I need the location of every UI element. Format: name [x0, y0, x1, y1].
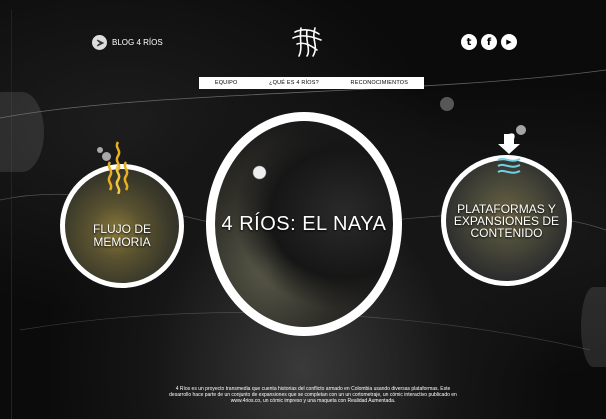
- plataformas-title: PLATAFORMAS Y EXPANSIONES DE CONTENIDO: [453, 201, 560, 240]
- facebook-icon[interactable]: f: [481, 34, 497, 50]
- youtube-play-icon[interactable]: ▶: [501, 34, 517, 50]
- footer-description: 4 Ríos es un proyecto transmedia que cue…: [169, 386, 457, 405]
- page: BLOG 4 RÍOS t f ▶ EQUIPO ¿QUÉ ES 4 RÍOS?…: [0, 0, 606, 419]
- blog-label: BLOG 4 RÍOS: [112, 38, 163, 47]
- el-naya-title: 4 RÍOS: EL NAYA: [221, 212, 387, 235]
- nav-item-que-es[interactable]: ¿QUÉ ES 4 RÍOS?: [269, 80, 319, 86]
- decor-bubble: [97, 147, 103, 153]
- main-nav: EQUIPO ¿QUÉ ES 4 RÍOS? RECONOCIMIENTOS: [199, 77, 424, 89]
- blog-logo-icon: [92, 35, 107, 50]
- twitter-icon[interactable]: t: [461, 34, 477, 50]
- download-arrow-icon: [497, 134, 521, 174]
- decor-bubble: [581, 287, 606, 367]
- el-naya-circle[interactable]: 4 RÍOS: EL NAYA: [206, 112, 402, 336]
- social-links: t f ▶: [461, 34, 517, 50]
- decor-bubble: [0, 92, 44, 172]
- 4-rios-logo[interactable]: [289, 24, 325, 60]
- nav-item-reconocimientos[interactable]: RECONOCIMIENTOS: [351, 80, 409, 86]
- decor-bubble: [440, 97, 454, 111]
- flujo-de-memoria-title: FLUJO DE MEMORIA: [92, 222, 151, 249]
- nav-item-equipo[interactable]: EQUIPO: [215, 80, 238, 86]
- blog-link[interactable]: BLOG 4 RÍOS: [92, 35, 163, 50]
- flame-spiral-icon: [107, 141, 129, 194]
